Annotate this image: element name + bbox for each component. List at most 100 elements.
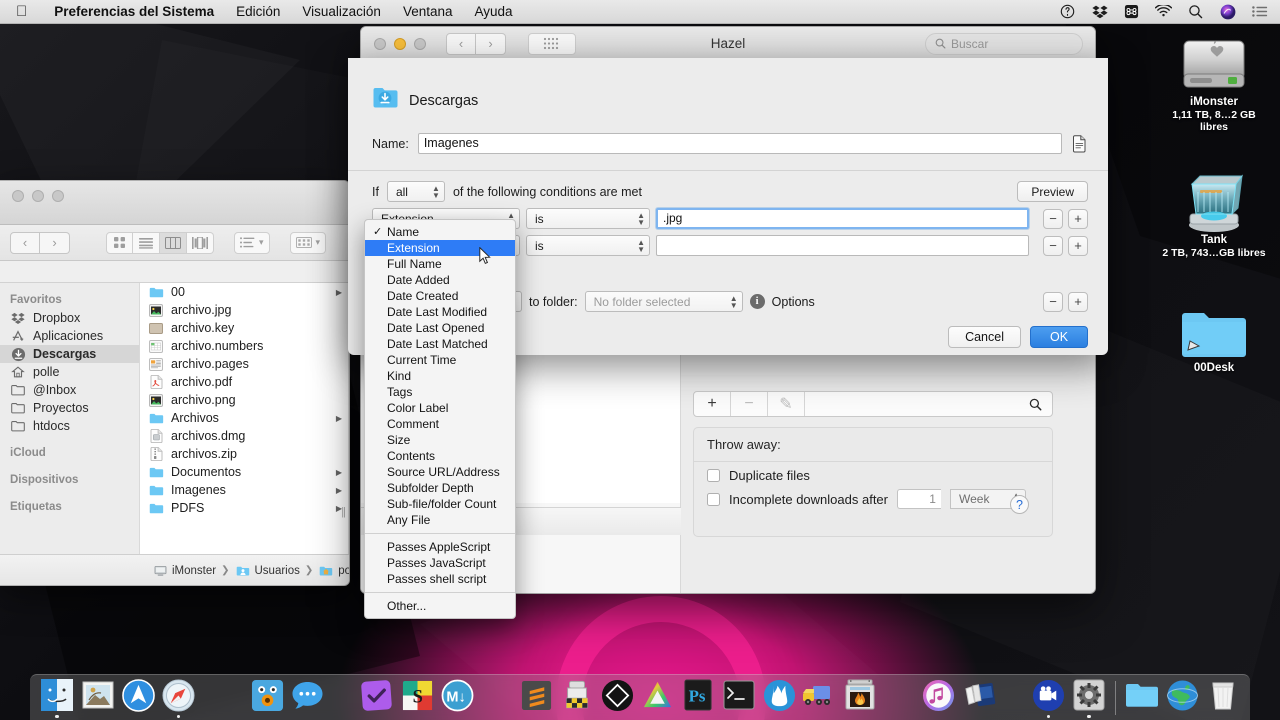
dock-item-screenflow[interactable] — [1028, 674, 1068, 718]
one-password-icon[interactable] — [1059, 3, 1076, 20]
forward-button[interactable]: › — [40, 231, 70, 254]
list-item[interactable]: archivos.zip — [140, 445, 348, 463]
menu-option-date-last-matched[interactable]: Date Last Matched — [365, 336, 515, 352]
sidebar-item-descargas[interactable]: Descargas — [0, 345, 139, 363]
minimize-button[interactable] — [32, 190, 44, 202]
dock-item-fireplace[interactable] — [840, 674, 880, 718]
menu-item-window[interactable]: Ventana — [392, 0, 464, 24]
dropbox-icon[interactable] — [1091, 3, 1108, 20]
column-view-button[interactable] — [160, 231, 187, 254]
dock-item-photoshop[interactable]: Ps — [678, 674, 718, 718]
dock-item-mail[interactable] — [77, 674, 117, 718]
dock-item-downloads-stack[interactable] — [1122, 674, 1162, 718]
desktop-icon-00desk[interactable]: 00Desk — [1159, 288, 1269, 374]
help-button[interactable]: ? — [1010, 495, 1029, 514]
menu-option-date-last-modified[interactable]: Date Last Modified — [365, 304, 515, 320]
add-condition-button[interactable]: + — [1068, 235, 1088, 256]
add-rule-button[interactable]: + — [694, 392, 731, 416]
menu-option-contents[interactable]: Contents — [365, 448, 515, 464]
list-item[interactable]: archivo.png — [140, 391, 348, 409]
menu-item-app[interactable]: Preferencias del Sistema — [43, 0, 225, 24]
spotlight-search-icon[interactable] — [1187, 3, 1204, 20]
back-button[interactable]: ‹ — [10, 231, 40, 254]
finder-column[interactable]: 00 ▶ archivo.jpg archivo.key archivo.num… — [140, 283, 349, 554]
condition-operator-select-2[interactable]: is ▲ ▼ — [526, 235, 650, 256]
add-action-button[interactable]: + — [1068, 291, 1088, 312]
desktop-icon-tank[interactable]: Tank 2 TB, 743…GB libres — [1159, 160, 1269, 259]
list-item[interactable]: Imagenes ▶ — [140, 481, 348, 499]
sidebar-item-inbox[interactable]: @Inbox — [0, 381, 139, 399]
options-label[interactable]: Options — [772, 295, 815, 309]
dock-item-keynote[interactable] — [959, 674, 999, 718]
dock-item-transmit[interactable] — [557, 674, 597, 718]
menu-option-comment[interactable]: Comment — [365, 416, 515, 432]
maximize-button[interactable] — [414, 37, 426, 50]
condition-operator-select-1[interactable]: is ▲ ▼ — [526, 208, 650, 229]
menu-option-full-name[interactable]: Full Name — [365, 256, 515, 272]
list-item[interactable]: archivo.jpg — [140, 301, 348, 319]
search-input[interactable]: Buscar — [925, 32, 1083, 55]
dock-item-hazel[interactable] — [759, 674, 799, 718]
minimize-button[interactable] — [394, 37, 406, 50]
list-item[interactable]: Documentos ▶ — [140, 463, 348, 481]
dock-item-system-preferences[interactable] — [1069, 674, 1109, 718]
list-item[interactable]: Archivos ▶ — [140, 409, 348, 427]
sidebar-item-aplicaciones[interactable]: Aplicaciones — [0, 327, 139, 345]
document-icon[interactable] — [1071, 134, 1088, 153]
dock-item-tweetbot[interactable] — [247, 674, 287, 718]
keyboard-shortcut-icon[interactable] — [1123, 3, 1140, 20]
dock-item-transmission[interactable] — [799, 674, 839, 718]
notification-center-icon[interactable] — [1251, 3, 1268, 20]
dock-item-network-stack[interactable] — [1162, 674, 1202, 718]
sidebar-item-proyectos[interactable]: Proyectos — [0, 399, 139, 417]
menu-item-edit[interactable]: Edición — [225, 0, 291, 24]
column-resize-handle[interactable]: || — [341, 506, 346, 518]
rules-search-field[interactable] — [805, 392, 1052, 416]
back-button[interactable]: ‹ — [446, 32, 476, 55]
menu-item-help[interactable]: Ayuda — [464, 0, 524, 24]
list-item[interactable]: PDFS ▶ — [140, 499, 348, 517]
preview-button[interactable]: Preview — [1017, 181, 1088, 202]
sidebar-item-polle[interactable]: polle — [0, 363, 139, 381]
menu-option-date-added[interactable]: Date Added — [365, 272, 515, 288]
ok-button[interactable]: OK — [1030, 326, 1088, 348]
edit-rule-button[interactable]: ✎ — [768, 392, 805, 416]
duplicate-files-checkbox[interactable] — [707, 469, 720, 482]
dock-item-airmail[interactable] — [118, 674, 158, 718]
menu-option-date-created[interactable]: Date Created — [365, 288, 515, 304]
list-item[interactable]: archivos.dmg — [140, 427, 348, 445]
condition-value-input-1[interactable]: .jpg — [656, 208, 1029, 229]
breadcrumb-item-polle[interactable]: polle — [318, 563, 349, 579]
dock-item-terminal[interactable] — [718, 674, 758, 718]
action-menu-button[interactable]: ▾ — [289, 231, 327, 254]
menu-option-date-last-opened[interactable]: Date Last Opened — [365, 320, 515, 336]
list-item[interactable]: archivo.key — [140, 319, 348, 337]
menu-option-size[interactable]: Size — [365, 432, 515, 448]
icon-view-button[interactable] — [106, 231, 133, 254]
list-item[interactable]: 00 ▶ — [140, 283, 348, 301]
rule-name-input[interactable]: Imagenes — [417, 133, 1062, 154]
dock-item-sublime-text[interactable] — [516, 674, 556, 718]
grid-view-button[interactable] — [528, 32, 576, 55]
dock-item-safari[interactable] — [158, 674, 198, 718]
add-condition-button[interactable]: + — [1068, 208, 1088, 229]
dock-item-codekit[interactable] — [597, 674, 637, 718]
menu-option-any-file[interactable]: Any File — [365, 512, 515, 528]
wifi-icon[interactable] — [1155, 3, 1172, 20]
dock-item-messages[interactable] — [287, 674, 327, 718]
destination-folder-select[interactable]: No folder selected ▲ ▼ — [584, 291, 743, 312]
close-button[interactable] — [12, 190, 24, 202]
condition-value-input-2[interactable] — [656, 235, 1029, 256]
match-mode-select[interactable]: all ▲ ▼ — [386, 181, 445, 202]
dock-item-sketch[interactable] — [638, 674, 678, 718]
list-item[interactable]: archivo.pdf — [140, 373, 348, 391]
menu-option-color-label[interactable]: Color Label — [365, 400, 515, 416]
menu-option-subfolder-depth[interactable]: Subfolder Depth — [365, 480, 515, 496]
dock-item-marked[interactable]: M↓ — [437, 674, 477, 718]
maximize-button[interactable] — [52, 190, 64, 202]
forward-button[interactable]: › — [476, 32, 506, 55]
dock-item-scrivener[interactable]: S — [397, 674, 437, 718]
dock-item-finder[interactable] — [37, 674, 77, 718]
finder-window[interactable]: ‹ › ▾ ▾ Favoritos Dropbox Aplicaciones D… — [0, 180, 350, 586]
menu-option-passes-applescript[interactable]: Passes AppleScript — [365, 539, 515, 555]
